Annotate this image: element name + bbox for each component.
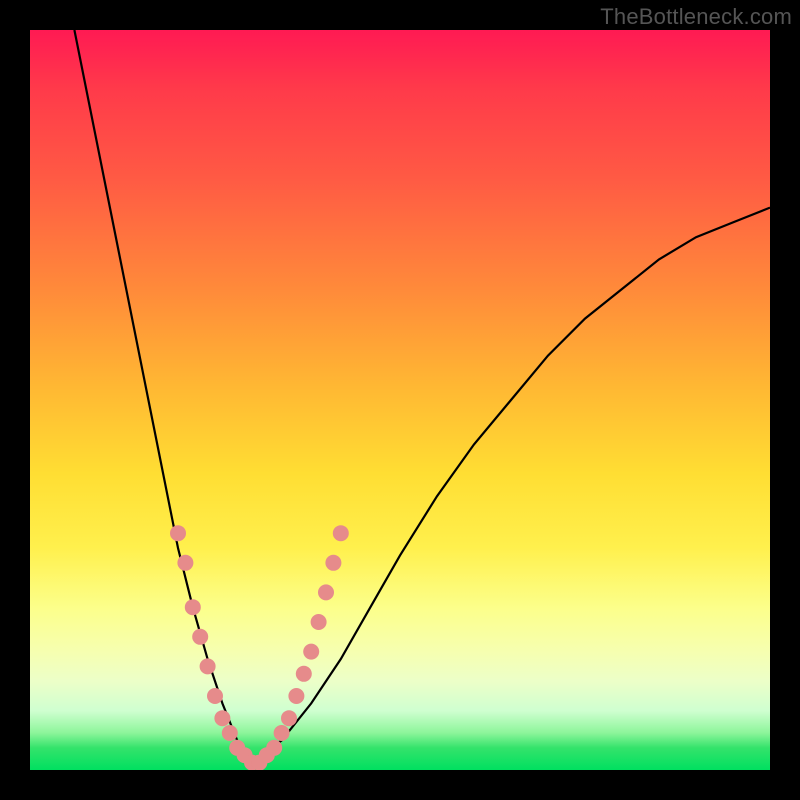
sample-dot — [303, 644, 319, 660]
bottleneck-curve-svg — [30, 30, 770, 770]
sample-dot — [214, 710, 230, 726]
sample-dot — [266, 740, 282, 756]
sample-dot — [296, 666, 312, 682]
sample-dot — [222, 725, 238, 741]
plot-area — [30, 30, 770, 770]
sample-dot — [207, 688, 223, 704]
sample-dot — [333, 525, 349, 541]
sample-dots-left — [170, 525, 260, 770]
sample-dot — [192, 629, 208, 645]
curve-left — [74, 30, 252, 763]
sample-dot — [281, 710, 297, 726]
sample-dot — [288, 688, 304, 704]
sample-dot — [200, 658, 216, 674]
sample-dot — [274, 725, 290, 741]
sample-dots-right — [251, 525, 348, 770]
watermark-text: TheBottleneck.com — [600, 4, 792, 30]
sample-dot — [185, 599, 201, 615]
chart-frame: TheBottleneck.com — [0, 0, 800, 800]
sample-dot — [318, 584, 334, 600]
sample-dot — [311, 614, 327, 630]
sample-dot — [170, 525, 186, 541]
sample-dot — [177, 555, 193, 571]
sample-dot — [325, 555, 341, 571]
curve-right — [252, 208, 770, 763]
